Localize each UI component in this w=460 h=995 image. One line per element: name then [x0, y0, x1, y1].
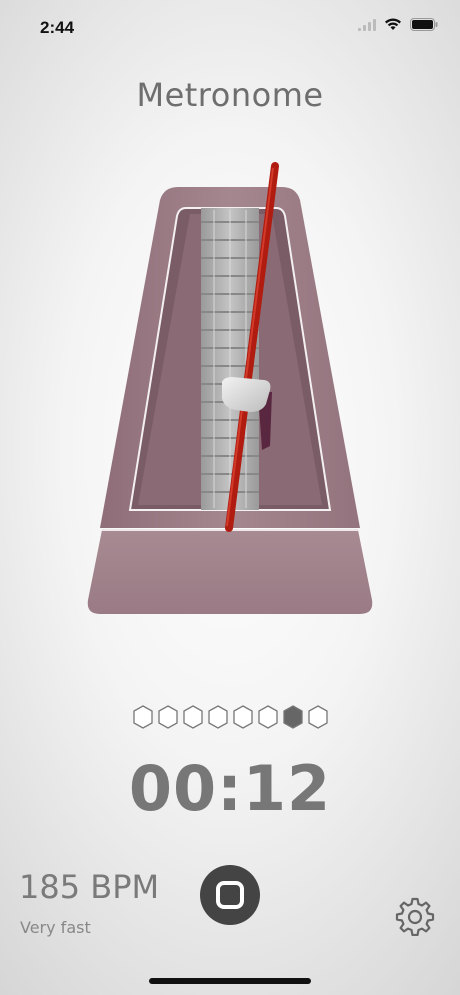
stop-button[interactable]	[200, 865, 260, 925]
battery-icon	[410, 18, 438, 31]
gear-icon[interactable]	[395, 896, 435, 936]
beat-indicator	[257, 705, 278, 729]
signal-icon	[358, 18, 376, 31]
metronome-base	[87, 530, 373, 614]
bpm-value[interactable]: 185 BPM	[19, 868, 159, 906]
beat-indicator	[207, 705, 228, 729]
stop-icon	[216, 881, 244, 909]
beat-indicator-active	[282, 705, 303, 729]
beat-indicator	[157, 705, 178, 729]
status-bar: 2:44	[0, 0, 460, 60]
pendulum-weight	[222, 377, 271, 412]
beat-indicator	[182, 705, 203, 729]
status-time: 2:44	[40, 18, 75, 37]
page-title: Metronome	[136, 76, 324, 114]
wifi-icon	[385, 18, 401, 30]
home-indicator[interactable]	[149, 978, 311, 984]
beat-indicator	[232, 705, 253, 729]
metronome-illustration	[87, 162, 373, 614]
beat-indicator	[132, 705, 153, 729]
tempo-marking: Very fast	[20, 918, 91, 937]
beat-indicator	[307, 705, 328, 729]
status-icons	[358, 18, 438, 31]
beat-indicators	[0, 704, 460, 730]
elapsed-timer: 00:12	[128, 752, 332, 825]
